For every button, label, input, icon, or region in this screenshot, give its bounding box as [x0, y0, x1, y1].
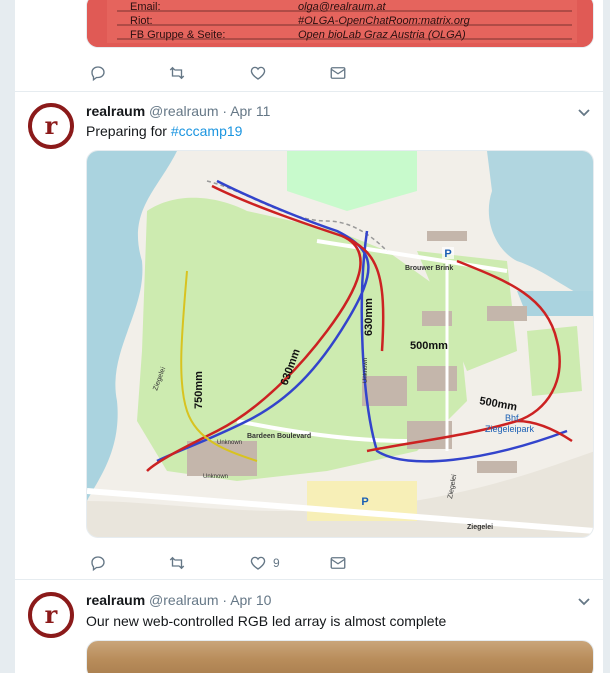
- map-label-750mm: 750mm: [193, 371, 205, 409]
- heart-icon: [250, 66, 266, 80]
- like-button[interactable]: 9: [249, 552, 280, 574]
- display-name[interactable]: realraum: [86, 592, 145, 608]
- tweet-image-map[interactable]: Brouwer Brink 500mm 500mm 630mm 630mm 75…: [86, 150, 594, 538]
- avatar[interactable]: r: [27, 591, 75, 639]
- card-value-email: olga@realraum.at: [298, 1, 387, 13]
- card-value-fb: Open bioLab Graz Austria (OLGA): [298, 29, 466, 41]
- retweet-icon: [169, 556, 185, 570]
- card-label-riot: Riot:: [130, 15, 153, 27]
- retweet-icon: [169, 66, 185, 80]
- retweet-button[interactable]: [168, 62, 186, 84]
- realraum-logo: r: [28, 103, 74, 149]
- timeline: Email: olga@realraum.at Riot: #OLGA-Open…: [14, 0, 605, 673]
- reply-icon: [91, 556, 105, 572]
- user-handle[interactable]: @realraum: [149, 592, 218, 608]
- envelope-icon: [330, 557, 346, 569]
- map-image: Brouwer Brink 500mm 500mm 630mm 630mm 75…: [87, 151, 593, 537]
- map-parking-a: P: [444, 248, 451, 260]
- card-label-fb: FB Gruppe & Seite:: [130, 29, 225, 41]
- map-label-630mm-a: 630mm: [363, 298, 375, 336]
- tweet-top[interactable]: Email: olga@realraum.at Riot: #OLGA-Open…: [15, 0, 605, 92]
- map-label-ziegeleipark: Ziegeleipark: [485, 424, 535, 434]
- reply-icon: [91, 66, 105, 82]
- avatar[interactable]: r: [27, 102, 75, 150]
- map-label-brouwer-brink: Brouwer Brink: [405, 265, 453, 272]
- map-label-unknown-a: Unknown: [217, 440, 242, 446]
- tweet-header: realraum @realraum · Apr 10: [86, 592, 271, 608]
- map-label-ziegelei-a: Ziegelei: [467, 524, 493, 531]
- chevron-down-icon[interactable]: [577, 106, 591, 120]
- info-card: Email: olga@realraum.at Riot: #OLGA-Open…: [87, 0, 593, 47]
- user-handle[interactable]: @realraum: [149, 103, 218, 119]
- reply-button[interactable]: [89, 552, 107, 574]
- map-label-500mm-a: 500mm: [410, 340, 448, 352]
- tweet-image-wood[interactable]: [86, 640, 594, 673]
- separator-dot: ·: [222, 592, 228, 608]
- tweet-text: Our new web-controlled RGB led array is …: [86, 613, 447, 629]
- card-label-email: Email:: [130, 1, 161, 13]
- heart-icon: [250, 556, 266, 570]
- dm-button[interactable]: [329, 552, 347, 574]
- tweet-1[interactable]: r realraum @realraum · Apr 11 Preparing …: [15, 92, 605, 580]
- avatar-letter: r: [45, 600, 58, 629]
- hashtag-link[interactable]: #cccamp19: [171, 123, 243, 139]
- like-count: 9: [273, 556, 280, 570]
- tweet-text-prefix: Preparing for: [86, 123, 171, 139]
- tweet-header: realraum @realraum · Apr 11: [86, 103, 270, 119]
- map-label-unknown-c: Unknown: [363, 358, 369, 383]
- like-button[interactable]: [249, 62, 267, 84]
- map-parking-b: P: [361, 496, 368, 508]
- avatar-letter: r: [45, 111, 58, 140]
- tweet-date[interactable]: Apr 10: [230, 592, 271, 608]
- reply-button[interactable]: [89, 62, 107, 84]
- dm-button[interactable]: [329, 62, 347, 84]
- tweet-2[interactable]: r realraum @realraum · Apr 10 Our new we…: [15, 580, 605, 673]
- chevron-down-icon[interactable]: [577, 595, 591, 609]
- retweet-button[interactable]: [168, 552, 186, 574]
- map-label-unknown-b: Unknown: [203, 474, 228, 480]
- tweet-top-image[interactable]: Email: olga@realraum.at Riot: #OLGA-Open…: [86, 0, 594, 48]
- tweet-1-actions: 9: [86, 552, 386, 574]
- tweet-top-actions: [86, 62, 386, 84]
- tweet-date[interactable]: Apr 11: [230, 103, 270, 119]
- display-name[interactable]: realraum: [86, 103, 145, 119]
- card-value-riot: #OLGA-OpenChatRoom:matrix.org: [298, 15, 471, 27]
- realraum-logo: r: [28, 592, 74, 638]
- map-label-bhf: Bhf.: [505, 413, 521, 423]
- map-label-bardeen: Bardeen Boulevard: [247, 433, 311, 440]
- separator-dot: ·: [222, 103, 228, 119]
- tweet-text: Preparing for #cccamp19: [86, 123, 242, 139]
- envelope-icon: [330, 67, 346, 79]
